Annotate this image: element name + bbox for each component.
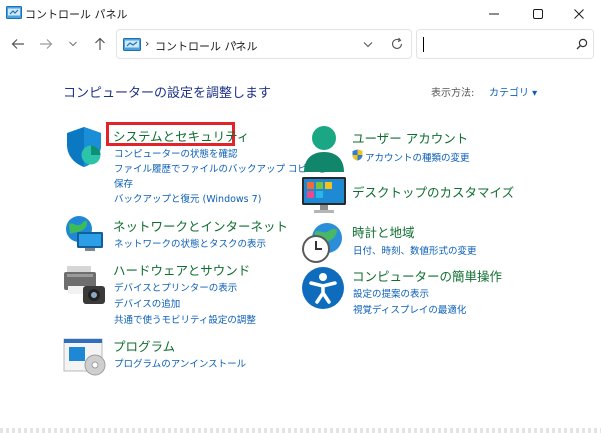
title-bar: コントロール パネル: [0, 0, 601, 28]
breadcrumb-control-panel[interactable]: コントロール パネル: [155, 38, 258, 54]
printer-camera-icon[interactable]: [63, 262, 107, 306]
recent-locations-button[interactable]: [63, 34, 83, 54]
minimize-button[interactable]: [472, 0, 516, 28]
arrow-right-icon: [40, 39, 53, 49]
category-network-internet[interactable]: ネットワークとインターネット: [113, 216, 288, 235]
maximize-button[interactable]: [516, 0, 560, 28]
control-panel-icon: [6, 6, 22, 19]
back-button[interactable]: [8, 34, 28, 54]
user-account-icon[interactable]: [301, 124, 347, 174]
chevron-down-icon[interactable]: [363, 41, 373, 48]
arrow-up-icon: [95, 37, 105, 50]
programs-icon[interactable]: [63, 336, 107, 376]
view-by-dropdown[interactable]: カテゴリ ▾: [489, 84, 537, 99]
page-title: コンピューターの設定を調整します: [63, 86, 272, 101]
link-devices-printers[interactable]: デバイスとプリンターの表示: [114, 280, 237, 294]
category-hardware-sound[interactable]: ハードウェアとサウンド: [113, 260, 250, 279]
link-settings-suggestions[interactable]: 設定の提案の表示: [353, 286, 429, 300]
arrow-left-icon: [11, 39, 24, 49]
breadcrumb-separator-icon[interactable]: ›: [233, 37, 237, 50]
link-optimize-visual-display[interactable]: 視覚ディスプレイの最適化: [353, 302, 466, 316]
category-ease-of-access[interactable]: コンピューターの簡単操作: [352, 266, 502, 285]
text-caret: [423, 37, 424, 52]
address-bar[interactable]: › コントロール パネル ›: [116, 29, 412, 59]
uac-shield-icon: [352, 149, 363, 161]
window-bottom-edge: [0, 428, 601, 433]
close-button[interactable]: [557, 0, 601, 28]
category-user-accounts[interactable]: ユーザー アカウント: [352, 128, 468, 147]
link-backup-restore[interactable]: バックアップと復元 (Windows 7): [114, 191, 261, 205]
link-file-history-backup-cont[interactable]: 保存: [114, 176, 133, 190]
search-input[interactable]: [423, 35, 573, 53]
clock-globe-icon[interactable]: [301, 222, 347, 264]
desktop-monitor-icon[interactable]: [301, 176, 347, 214]
link-check-computer-status[interactable]: コンピューターの状態を確認: [114, 146, 238, 160]
link-network-status-tasks[interactable]: ネットワークの状態とタスクの表示: [114, 236, 266, 250]
network-globe-icon[interactable]: [63, 214, 105, 254]
link-file-history-backup[interactable]: ファイル履歴でファイルのバックアップ コピーを: [114, 161, 326, 175]
link-add-device[interactable]: デバイスの追加: [114, 296, 180, 310]
view-by-label: 表示方法:: [431, 88, 475, 99]
search-box[interactable]: [416, 29, 594, 59]
minimize-icon: [489, 13, 499, 15]
breadcrumb-separator-icon: ›: [145, 37, 150, 50]
chevron-down-icon: [69, 41, 77, 47]
link-change-account-type[interactable]: アカウントの種類の変更: [365, 150, 470, 164]
category-programs[interactable]: プログラム: [113, 336, 175, 355]
search-icon[interactable]: [576, 38, 588, 50]
accessibility-icon[interactable]: [301, 266, 345, 310]
close-icon: [574, 9, 584, 19]
maximize-icon: [533, 9, 543, 19]
control-panel-icon: [123, 38, 141, 51]
link-uninstall-program[interactable]: プログラムのアンインストール: [114, 356, 246, 370]
category-system-security[interactable]: システムとセキュリティ: [113, 126, 249, 145]
forward-button[interactable]: [36, 34, 56, 54]
category-desktop-customization[interactable]: デスクトップのカスタマイズ: [352, 182, 514, 201]
link-mobility-settings[interactable]: 共通で使うモビリティ設定の調整: [114, 312, 256, 326]
link-date-time-format[interactable]: 日付、時刻、数値形式の変更: [353, 243, 477, 257]
window-title: コントロール パネル: [25, 8, 128, 21]
shield-icon[interactable]: [64, 125, 104, 169]
category-clock-region[interactable]: 時計と地域: [352, 222, 415, 241]
refresh-icon[interactable]: [390, 37, 404, 51]
up-button[interactable]: [90, 34, 110, 54]
